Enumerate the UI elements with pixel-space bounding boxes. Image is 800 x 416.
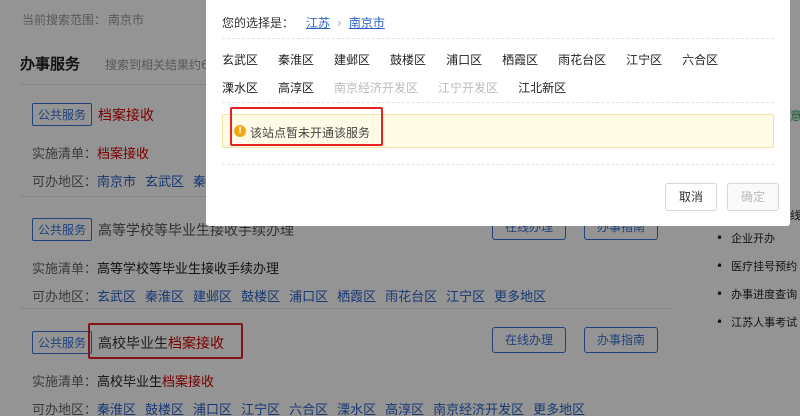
confirm-button[interactable]: 确定 (727, 183, 780, 211)
region-select-dialog: 您的选择是： 江苏 › 南京市 玄武区 秦淮区 建邺区 鼓楼区 浦口区 栖霞区 雨花台区 江宁区 六… (206, 0, 790, 226)
district-option[interactable]: 建邺区 (334, 51, 370, 68)
district-option[interactable]: 江宁区 (626, 51, 662, 68)
chevron-right-icon: › (337, 16, 342, 30)
district-option-disabled: 南京经济开发区 (334, 81, 419, 95)
selection-label: 您的选择是： (222, 16, 295, 30)
cancel-button[interactable]: 取消 (665, 183, 718, 211)
breadcrumb-province[interactable]: 江苏 (306, 16, 330, 30)
district-option-disabled: 江宁开发区 (438, 81, 499, 95)
district-option[interactable]: 鼓楼区 (390, 51, 426, 68)
breadcrumb-city[interactable]: 南京市 (349, 16, 385, 30)
district-option[interactable]: 高淳区 (278, 79, 314, 96)
district-list: 玄武区 秦淮区 建邺区 鼓楼区 浦口区 栖霞区 雨花台区 江宁区 六合区溧水区 高淳区 南京经济开发… (222, 51, 782, 107)
divider (222, 164, 774, 165)
district-option[interactable]: 溧水区 (222, 79, 258, 96)
region-breadcrumb: 江苏 › 南京市 (306, 14, 385, 31)
annotation-highlight-box (230, 107, 383, 146)
divider (222, 38, 774, 39)
district-option[interactable]: 栖霞区 (502, 51, 538, 68)
district-option[interactable]: 浦口区 (446, 51, 482, 68)
district-option[interactable]: 秦淮区 (278, 51, 314, 68)
district-option[interactable]: 江北新区 (518, 79, 566, 96)
district-option[interactable]: 雨花台区 (558, 51, 606, 68)
divider (222, 102, 774, 103)
district-option[interactable]: 玄武区 (222, 51, 258, 68)
district-option[interactable]: 六合区 (682, 51, 718, 68)
